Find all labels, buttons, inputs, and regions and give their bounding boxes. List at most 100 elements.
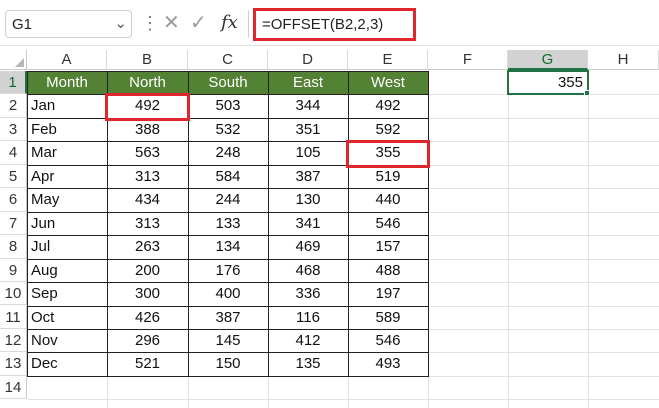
value-cell[interactable]: 200: [107, 259, 188, 282]
month-cell[interactable]: Jan: [27, 94, 107, 117]
value-cell[interactable]: 133: [188, 212, 268, 235]
formula-bar: G1 ⌄ ⋮ ✕ ✓ fx =OFFSET(B2,2,3): [0, 0, 659, 46]
column-header-f[interactable]: F: [428, 50, 508, 70]
month-cell[interactable]: Jun: [27, 212, 107, 235]
formula-input[interactable]: =OFFSET(B2,2,3): [253, 8, 416, 41]
check-icon[interactable]: ✓: [190, 10, 207, 36]
row-header-14[interactable]: 14: [0, 375, 27, 400]
column-header-g[interactable]: G: [508, 50, 588, 70]
table-header-east[interactable]: East: [268, 71, 348, 95]
row-header-3[interactable]: 3: [0, 117, 27, 142]
row-header-8[interactable]: 8: [0, 235, 27, 259]
column-header-b[interactable]: B: [107, 50, 188, 70]
value-cell[interactable]: 400: [188, 282, 268, 305]
row-header-1[interactable]: 1: [0, 71, 27, 95]
value-cell[interactable]: 519: [348, 165, 428, 188]
value-cell[interactable]: 150: [188, 352, 268, 375]
value-cell[interactable]: 313: [107, 165, 188, 188]
cross-icon[interactable]: ✕: [163, 10, 180, 36]
column-header-h[interactable]: H: [588, 50, 659, 70]
value-cell[interactable]: 589: [348, 306, 428, 329]
month-cell[interactable]: Aug: [27, 259, 107, 282]
column-header-c[interactable]: C: [188, 50, 268, 70]
row-header-4[interactable]: 4: [0, 141, 27, 165]
value-cell[interactable]: 244: [188, 188, 268, 211]
month-cell[interactable]: Jul: [27, 235, 107, 258]
value-cell[interactable]: 248: [188, 141, 268, 164]
value-cell[interactable]: 434: [107, 188, 188, 211]
row-header-11[interactable]: 11: [0, 305, 27, 329]
value-cell[interactable]: 135: [268, 352, 348, 375]
row-header-2[interactable]: 2: [0, 94, 27, 118]
value-cell[interactable]: 563: [107, 141, 188, 164]
value-cell[interactable]: 492: [107, 94, 188, 117]
value-cell[interactable]: 412: [268, 329, 348, 352]
value-cell[interactable]: 592: [348, 118, 428, 141]
value-cell[interactable]: 145: [188, 329, 268, 352]
value-cell[interactable]: 197: [348, 282, 428, 305]
value-cell[interactable]: 584: [188, 165, 268, 188]
column-header-a[interactable]: A: [27, 50, 107, 70]
value-cell[interactable]: 344: [268, 94, 348, 117]
value-cell[interactable]: 388: [107, 118, 188, 141]
table-header-month[interactable]: Month: [27, 71, 107, 95]
month-cell[interactable]: May: [27, 188, 107, 211]
value-cell[interactable]: 157: [348, 235, 428, 258]
value-cell[interactable]: 440: [348, 188, 428, 211]
month-cell[interactable]: Apr: [27, 165, 107, 188]
column-header-e[interactable]: E: [348, 50, 428, 70]
row-header-13[interactable]: 13: [0, 352, 27, 376]
value-cell[interactable]: 296: [107, 329, 188, 352]
value-cell[interactable]: 130: [268, 188, 348, 211]
row-header-6[interactable]: 6: [0, 188, 27, 212]
value-cell[interactable]: 313: [107, 212, 188, 235]
value-cell[interactable]: 355: [348, 141, 428, 164]
month-cell[interactable]: Dec: [27, 352, 107, 375]
value-cell[interactable]: 387: [268, 165, 348, 188]
value-cell[interactable]: 488: [348, 259, 428, 282]
value-cell[interactable]: 532: [188, 118, 268, 141]
fill-handle[interactable]: [584, 90, 590, 97]
value-cell[interactable]: 546: [348, 329, 428, 352]
value-cell[interactable]: 493: [348, 352, 428, 375]
value-cell[interactable]: 492: [348, 94, 428, 117]
table-header-west[interactable]: West: [348, 71, 428, 95]
insert-function-button[interactable]: fx: [221, 10, 238, 36]
row-header-7[interactable]: 7: [0, 211, 27, 236]
name-box[interactable]: G1 ⌄: [5, 10, 132, 38]
value-cell[interactable]: 521: [107, 352, 188, 375]
gridline-vertical: [508, 71, 509, 408]
value-cell[interactable]: 387: [188, 306, 268, 329]
row-header-12[interactable]: 12: [0, 328, 27, 353]
table-header-north[interactable]: North: [107, 71, 188, 95]
value-cell[interactable]: 134: [188, 235, 268, 258]
value-cell[interactable]: 336: [268, 282, 348, 305]
month-cell[interactable]: Feb: [27, 118, 107, 141]
vertical-dots-icon[interactable]: ⋮: [141, 12, 159, 34]
select-all-button[interactable]: [0, 50, 27, 70]
column-header-d[interactable]: D: [268, 50, 348, 70]
value-cell[interactable]: 116: [268, 306, 348, 329]
value-cell[interactable]: 503: [188, 94, 268, 117]
result-cell-g1[interactable]: 355: [508, 71, 588, 94]
row-header-9[interactable]: 9: [0, 258, 27, 283]
value-cell[interactable]: 300: [107, 282, 188, 305]
value-cell[interactable]: 105: [268, 141, 348, 164]
month-cell[interactable]: Sep: [27, 282, 107, 305]
value-cell[interactable]: 426: [107, 306, 188, 329]
value-cell[interactable]: 176: [188, 259, 268, 282]
table-header-south[interactable]: South: [188, 71, 268, 95]
row-header-5[interactable]: 5: [0, 164, 27, 189]
value-cell[interactable]: 263: [107, 235, 188, 258]
month-cell[interactable]: Nov: [27, 329, 107, 352]
month-cell[interactable]: Mar: [27, 141, 107, 164]
row-header-10[interactable]: 10: [0, 282, 27, 306]
chevron-down-icon[interactable]: ⌄: [114, 14, 127, 32]
month-cell[interactable]: Oct: [27, 306, 107, 329]
value-cell[interactable]: 468: [268, 259, 348, 282]
value-cell[interactable]: 469: [268, 235, 348, 258]
value-cell[interactable]: 546: [348, 212, 428, 235]
value-cell[interactable]: 341: [268, 212, 348, 235]
formula-bar-divider: [0, 45, 659, 46]
value-cell[interactable]: 351: [268, 118, 348, 141]
